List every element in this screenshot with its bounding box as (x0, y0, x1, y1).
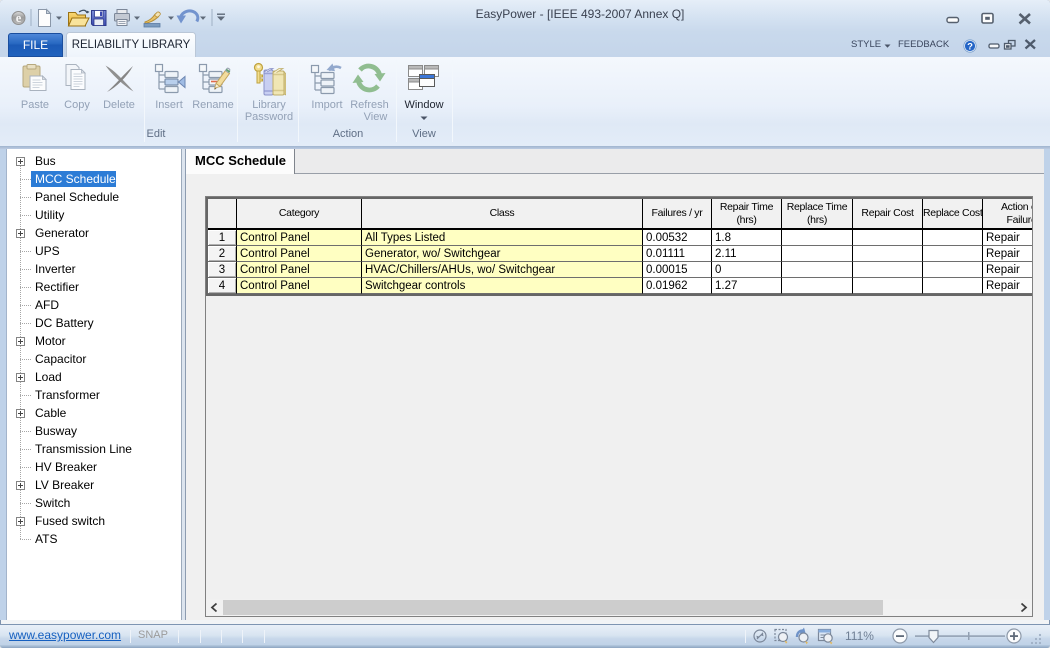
svg-text:?: ? (967, 42, 973, 53)
svg-text:e: e (16, 11, 22, 25)
